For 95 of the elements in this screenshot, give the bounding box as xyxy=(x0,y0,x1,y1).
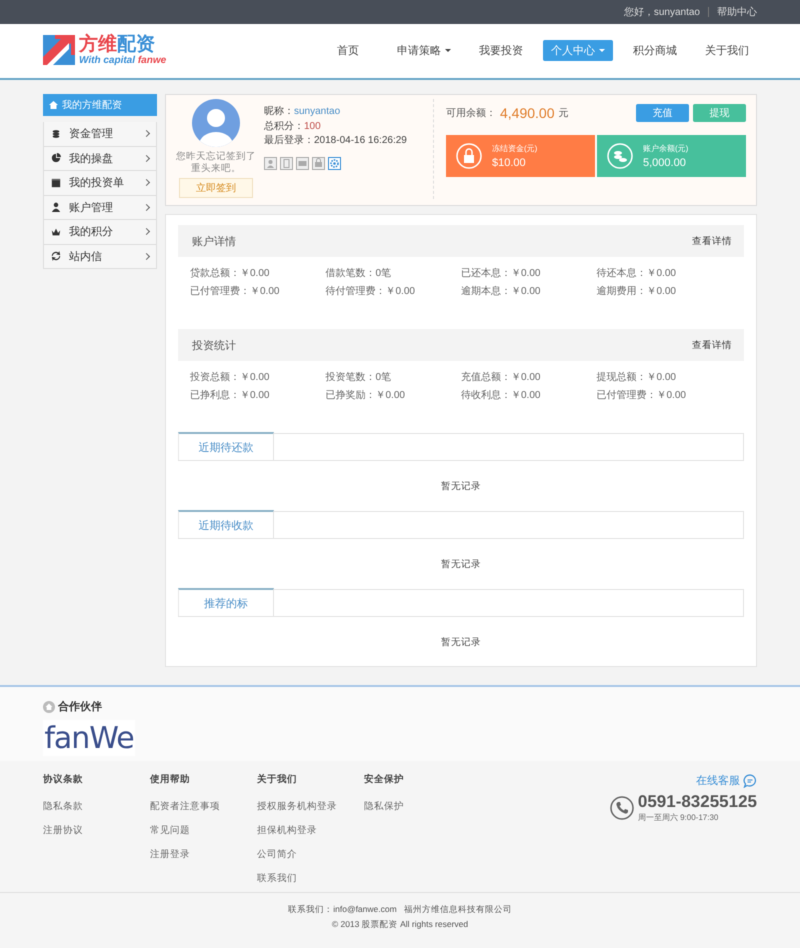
footer-heading: 协议条款 xyxy=(43,773,84,786)
nav-link[interactable]: 申请策略 xyxy=(389,40,459,60)
sidebar-item[interactable]: 账户管理 xyxy=(43,196,157,220)
points-text: 总积分：100 xyxy=(264,120,322,134)
section-tab[interactable]: 近期待收款 xyxy=(178,510,274,538)
empty-text: 暂无记录 xyxy=(441,558,481,570)
recharge-button[interactable]: 充值 xyxy=(636,104,689,122)
phone-number: 0591-83255125 xyxy=(638,792,757,812)
stat-text: 已挣利息：￥0.00 xyxy=(190,388,270,402)
service-hours: 周一至周六 9:00-17:30 xyxy=(638,812,720,823)
home-icon xyxy=(49,101,58,109)
stat-text: 借款笔数：0笔 xyxy=(326,267,392,280)
gear-icon[interactable] xyxy=(328,156,341,170)
verify-icon[interactable] xyxy=(312,156,325,170)
online-service-link[interactable]: 在线客服 xyxy=(696,773,757,788)
footer-link[interactable]: 联系我们 xyxy=(257,872,364,885)
view-details-link[interactable]: 查看详情 xyxy=(692,338,732,352)
home-icon xyxy=(43,700,55,712)
greeting-text: 您好，sunyantao xyxy=(624,6,700,19)
footer-link[interactable]: 授权服务机构登录 xyxy=(257,800,364,813)
stat-text: 已挣奖励：￥0.00 xyxy=(326,389,406,402)
empty-text: 暂无记录 xyxy=(441,480,481,492)
lock-icon xyxy=(456,143,482,169)
logo-icon xyxy=(43,35,75,65)
partner-logo[interactable]: fanWe xyxy=(43,720,135,756)
phone-icon xyxy=(610,796,634,820)
footer-link[interactable]: 隐私保护 xyxy=(364,800,471,813)
menu-item-icon xyxy=(51,201,61,214)
footer-link[interactable]: 公司简介 xyxy=(257,848,364,861)
empty-text: 暂无记录 xyxy=(441,636,481,648)
stat-text: 已还本息：￥0.00 xyxy=(461,266,542,280)
stat-text: 逾期费用：￥0.00 xyxy=(596,284,677,298)
menu-item-icon xyxy=(51,176,61,189)
stat-text: 待还本息：￥0.00 xyxy=(596,266,677,280)
stat-text: 投资总额：￥0.00 xyxy=(190,370,270,384)
stat-text: 已付管理费：￥0.00 xyxy=(190,284,280,298)
footer-link[interactable]: 注册协议 xyxy=(43,824,150,837)
card-label: 冻结资金(元) xyxy=(492,143,538,154)
logo-title: 方维配资 xyxy=(79,34,156,54)
sidebar-item[interactable]: 我的投资单 xyxy=(43,171,157,196)
sidebar-item[interactable]: 站内信 xyxy=(43,244,157,269)
coins-icon xyxy=(607,143,633,169)
balance-label: 可用余额： xyxy=(446,106,496,120)
menu-item-icon xyxy=(51,152,61,164)
partners-title: 合作伙伴 xyxy=(58,700,102,714)
nickname-text: 昵称：sunyantao xyxy=(264,105,342,119)
section-tab[interactable]: 推荐的标 xyxy=(178,588,274,616)
menu-item-icon xyxy=(51,250,61,262)
copyright-text: © 2013 股票配资 All rights reserved xyxy=(330,918,470,931)
sidebar-item[interactable]: 我的积分 xyxy=(43,220,157,244)
stat-text: 已付管理费：￥0.00 xyxy=(596,388,687,402)
stat-text: 待收利息：￥0.00 xyxy=(461,388,542,402)
view-details-link[interactable]: 查看详情 xyxy=(692,234,732,248)
nav-link[interactable]: 关于我们 xyxy=(697,40,757,60)
card-label: 账户余额(元) xyxy=(643,143,688,154)
nav-link[interactable]: 个人中心 xyxy=(543,40,613,60)
chat-icon xyxy=(743,774,757,788)
sidebar-title[interactable]: 我的方维配资 xyxy=(43,94,157,116)
footer-link[interactable]: 担保机构登录 xyxy=(257,824,364,837)
card-value: $10.00 xyxy=(492,157,527,169)
footer-link[interactable]: 隐私条款 xyxy=(43,800,150,813)
stat-text: 提现总额：￥0.00 xyxy=(596,370,677,384)
footer-link[interactable]: 常见问题 xyxy=(150,824,257,837)
section-title: 投资统计 xyxy=(192,338,236,352)
verify-icon[interactable] xyxy=(296,156,309,170)
menu-item-icon xyxy=(51,128,61,140)
footer-heading: 安全保护 xyxy=(364,773,405,786)
help-link[interactable]: 帮助中心 xyxy=(717,5,757,19)
stat-text: 逾期本息：￥0.00 xyxy=(461,284,542,298)
stat-text: 待付管理费：￥0.00 xyxy=(326,284,416,298)
verify-icon[interactable] xyxy=(280,156,293,170)
balance-value: 4,490.00 xyxy=(500,105,554,121)
sidebar-item[interactable]: 资金管理 xyxy=(43,122,157,146)
section-tab[interactable]: 近期待还款 xyxy=(178,432,274,460)
stat-text: 投资笔数：0笔 xyxy=(326,370,392,384)
footer-heading: 使用帮助 xyxy=(150,773,191,786)
footer-link[interactable]: 配资者注意事项 xyxy=(150,800,257,813)
footer-link[interactable]: 注册登录 xyxy=(150,848,257,861)
avatar-icon xyxy=(192,99,240,147)
card-value: 5,000.00 xyxy=(643,157,687,169)
footer-heading: 关于我们 xyxy=(257,773,298,786)
stat-text: 贷款总额：￥0.00 xyxy=(190,266,270,280)
nav-link[interactable]: 我要投资 xyxy=(471,40,531,60)
stat-text: 充值总额：￥0.00 xyxy=(461,370,542,384)
logo-tagline: With capital fanwe xyxy=(79,54,166,66)
balance-unit: 元 xyxy=(558,107,568,120)
contact-text: 联系我们：info@fanwe.com xyxy=(288,904,397,914)
sign-hint: 您昨天忘记签到了重头来吧。 xyxy=(176,151,256,175)
company-name: 福州方维信息科技有限公司 xyxy=(404,904,512,914)
verify-icon[interactable] xyxy=(264,156,277,170)
nav-link[interactable]: 积分商城 xyxy=(625,40,685,60)
last-login-text: 最后登录：2018-04-16 16:26:29 xyxy=(264,134,408,148)
nav-link[interactable]: 首页 xyxy=(319,40,377,60)
sidebar-item[interactable]: 我的操盘 xyxy=(43,146,157,171)
section-title: 账户详情 xyxy=(192,234,236,248)
